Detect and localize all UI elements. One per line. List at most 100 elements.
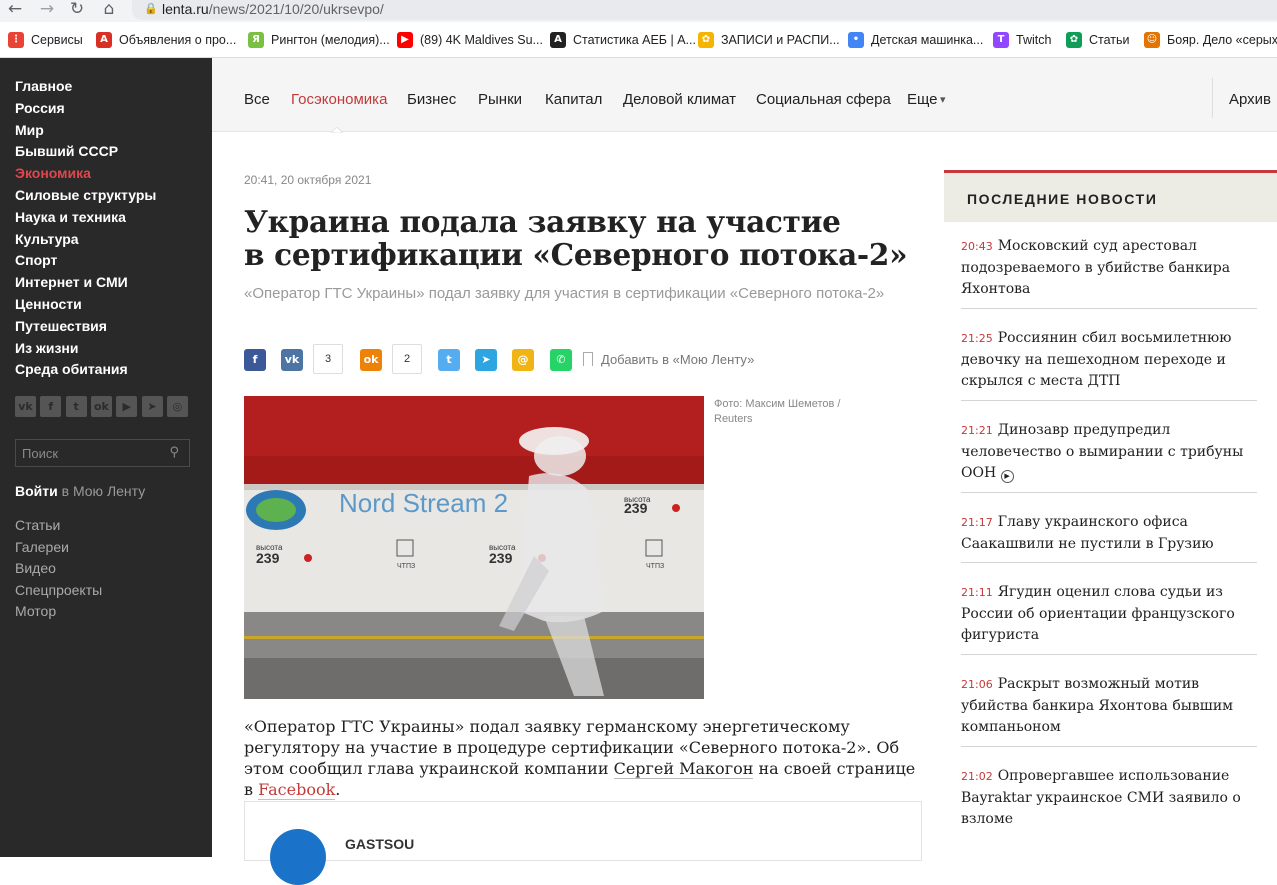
home-icon[interactable]: ⌂ [98, 0, 120, 20]
sidebar-section-link[interactable]: Мотор [15, 603, 56, 619]
search-icon[interactable]: ⚲ [169, 445, 179, 460]
search-field[interactable]: Поиск ⚲ [15, 439, 190, 467]
facebook-icon[interactable]: f [244, 349, 266, 371]
sidebar-link[interactable]: Силовые структуры [15, 187, 156, 203]
news-item[interactable]: 21:11 Ягудин оценил слова судьи из России… [961, 582, 1251, 647]
sidebar-link[interactable]: Интернет и СМИ [15, 274, 128, 290]
sidebar-link[interactable]: Из жизни [15, 340, 78, 356]
sidebar-link[interactable]: Мир [15, 122, 44, 138]
nav-tab[interactable]: Рынки [478, 91, 522, 108]
embed-avatar [270, 829, 326, 885]
bookmark-icon [583, 352, 593, 366]
nav-tab[interactable]: Деловой климат [623, 91, 736, 108]
sidebar-link[interactable]: Путешествия [15, 318, 107, 334]
sidebar-link[interactable]: Среда обитания [15, 361, 128, 377]
odnoklassniki-icon[interactable]: ok [360, 349, 382, 371]
bookmark-label: Twitch [1016, 33, 1052, 47]
news-time: 21:21 [961, 424, 993, 437]
sidebar-link[interactable]: Бывший СССР [15, 143, 118, 159]
face-icon: ☺ [1144, 32, 1160, 48]
search-input[interactable]: Поиск [22, 446, 58, 461]
telegram-icon[interactable]: ➤ [475, 349, 497, 371]
forward-arrow-icon[interactable]: → [36, 0, 58, 20]
instagram-icon[interactable]: ◎ [166, 396, 188, 417]
archive-link[interactable]: Архив [1229, 91, 1271, 108]
facebook-link[interactable]: Facebook [258, 780, 336, 800]
nav-tab[interactable]: Бизнес [407, 91, 456, 108]
nav-tab[interactable]: Еще [907, 91, 938, 108]
news-item[interactable]: 20:43 Московский суд арестовал подозревае… [961, 236, 1251, 301]
news-divider [961, 746, 1257, 747]
nav-tab[interactable]: Капитал [545, 91, 602, 108]
sidebar-section-link[interactable]: Видео [15, 560, 56, 576]
article-photo[interactable]: Nord Stream 2 высота 239 высота 239 высо… [244, 396, 704, 699]
bookmark-item[interactable]: Я Рингтон (мелодия)... [248, 31, 390, 49]
sidebar-section-link[interactable]: Галереи [15, 539, 69, 555]
nav-tab[interactable]: Госэкономика [291, 91, 387, 108]
bookmark-item[interactable]: ▶ (89) 4K Maldives Su... [397, 31, 543, 49]
news-time: 21:06 [961, 678, 993, 691]
news-divider [961, 654, 1257, 655]
sidebar-link[interactable]: Россия [15, 100, 65, 116]
news-divider [961, 400, 1257, 401]
chevron-down-icon[interactable]: ▾ [940, 93, 946, 106]
bookmark-item[interactable]: ⋮ Сервисы [8, 31, 83, 49]
sidebar-link[interactable]: Экономика [15, 165, 91, 181]
odnoklassniki-icon[interactable]: ok [90, 396, 112, 417]
dots-icon: • [848, 32, 864, 48]
person-link[interactable]: Сергей Макогон [613, 759, 754, 779]
nav-divider [1212, 78, 1213, 118]
bookmarks-bar: ⋮ Сервисы A Объявления о про... Я Рингтон (ме… [0, 22, 1277, 58]
bookmark-item[interactable]: ✿ ЗАПИСИ и РАСПИ... [698, 31, 840, 49]
active-tab-pointer [331, 127, 343, 133]
bookmark-label: Рингтон (мелодия)... [271, 33, 390, 47]
news-item[interactable]: 21:02 Опровергавшее использование Bayrakt… [961, 766, 1251, 831]
facebook-embed[interactable]: GASTSOU [244, 801, 922, 885]
news-item[interactable]: 21:21 Динозавр предупредил человечество о… [961, 420, 1251, 485]
news-item[interactable]: 21:06 Раскрыт возможный мотив убийства ба… [961, 674, 1251, 739]
facebook-icon[interactable]: f [40, 396, 62, 417]
youtube-icon[interactable]: ▶ [116, 396, 138, 417]
pipe-stamp: ЧТПЗ [397, 563, 415, 570]
vk-icon[interactable]: vk [281, 349, 303, 371]
news-headline: Опровергавшее использование Bayraktar ук… [961, 768, 1241, 827]
nav-tab[interactable]: Все [244, 91, 270, 108]
bookmark-label: Статистика АЕБ | А... [573, 33, 696, 47]
telegram-icon[interactable]: ➤ [141, 396, 163, 417]
bookmark-item[interactable]: T Twitch [993, 31, 1051, 49]
sidebar-section-link[interactable]: Статьи [15, 517, 60, 533]
sidebar-link[interactable]: Культура [15, 231, 79, 247]
nav-tab[interactable]: Социальная сфера [756, 91, 891, 108]
vk-icon[interactable]: vk [15, 396, 36, 417]
twitter-icon[interactable]: t [438, 349, 460, 371]
whatsapp-icon[interactable]: ✆ [550, 349, 572, 371]
aeb-icon: A [550, 32, 566, 48]
sidebar-link[interactable]: Наука и техника [15, 209, 126, 225]
sidebar-link[interactable]: Главное [15, 78, 72, 94]
news-item[interactable]: 21:25 Россиянин сбил восьмилетнюю девочку… [961, 328, 1251, 393]
pipe-height-value-3: 239 [489, 550, 513, 566]
sidebar-link[interactable]: Ценности [15, 296, 82, 312]
colorful-wheel-icon: ✿ [1066, 32, 1082, 48]
add-to-feed-button[interactable]: Добавить в «Мою Ленту» [583, 352, 754, 367]
bookmark-item[interactable]: A Объявления о про... [96, 31, 236, 49]
login-link[interactable]: Войти в Мою Ленту [15, 483, 145, 499]
twitter-icon[interactable]: t [65, 396, 87, 417]
bookmark-item[interactable]: A Статистика АЕБ | А... [550, 31, 696, 49]
bookmark-item[interactable]: ☺ Бояр. Дело «серых [1144, 31, 1277, 49]
reload-icon[interactable]: ↻ [66, 0, 88, 20]
photo-credit: Фото: Максим Шеметов / Reuters [714, 398, 841, 425]
url-text[interactable]: lenta.ru/news/2021/10/20/ukrsevpo/ [162, 1, 384, 17]
section-nav: Архив Все Госэкономика Бизнес Рынки Капитал Д… [212, 58, 1277, 132]
lock-icon: 🔒 [144, 2, 158, 15]
pipe-brand-text: Nord Stream 2 [339, 488, 508, 518]
bookmark-item[interactable]: • Детская машинка... [848, 31, 983, 49]
bookmark-label: Объявления о про... [119, 33, 237, 47]
mail-icon[interactable]: @ [512, 349, 534, 371]
bookmark-item[interactable]: ✿ Статьи [1066, 31, 1130, 49]
news-item[interactable]: 21:17 Главу украинского офиса Саакашвили … [961, 512, 1251, 555]
bookmark-label: Бояр. Дело «серых [1167, 33, 1277, 47]
back-arrow-icon[interactable]: ← [4, 0, 26, 20]
sidebar-section-link[interactable]: Спецпроекты [15, 582, 102, 598]
sidebar-link[interactable]: Спорт [15, 252, 57, 268]
